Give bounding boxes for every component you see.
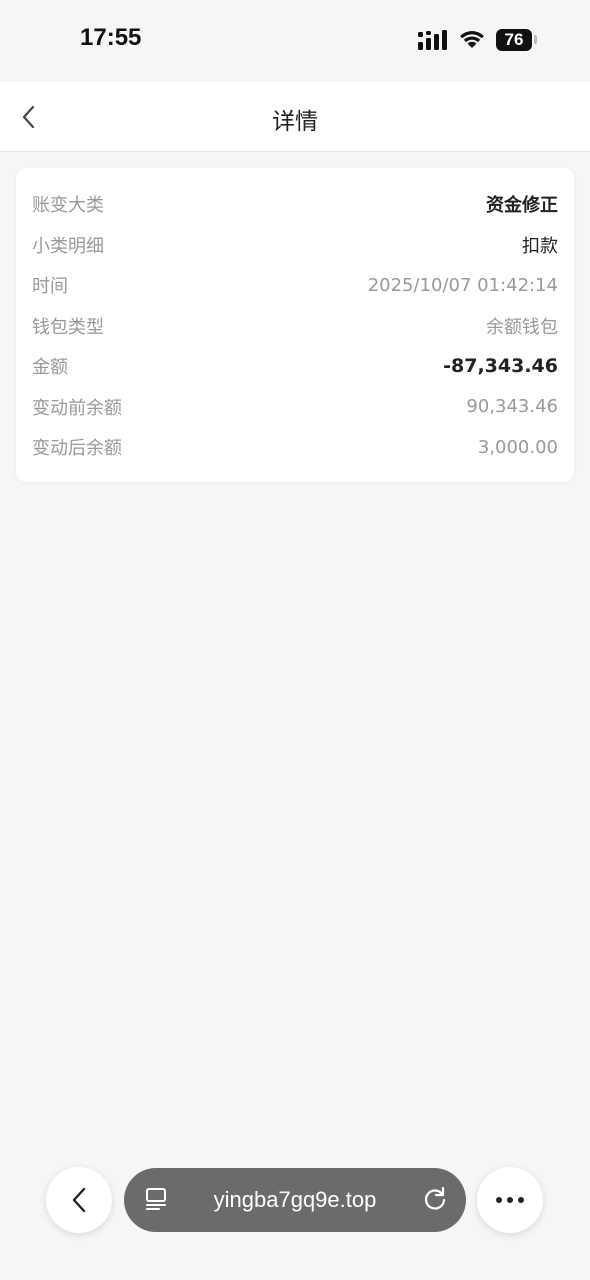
detail-label: 变动前余额 xyxy=(32,397,122,419)
battery-indicator: 76 xyxy=(496,29,532,51)
detail-label: 小类明细 xyxy=(32,235,104,257)
page-title: 详情 xyxy=(272,109,318,135)
battery-tip xyxy=(534,35,537,44)
detail-card: 账变大类 资金修正 小类明细 扣款 时间 2025/10/07 01:42:14… xyxy=(16,168,574,482)
chevron-left-icon xyxy=(72,1187,86,1213)
more-options-button[interactable] xyxy=(477,1167,543,1233)
detail-label: 账变大类 xyxy=(32,195,104,217)
status-bar: 17:55 76 xyxy=(0,0,590,82)
detail-row-subcategory: 小类明细 扣款 xyxy=(16,225,574,266)
signal-icon xyxy=(418,30,447,50)
detail-value: 90,343.46 xyxy=(466,396,558,418)
detail-label: 时间 xyxy=(32,276,68,298)
detail-value: 余额钱包 xyxy=(486,316,558,338)
detail-row-amount: 金额 -87,343.46 xyxy=(16,346,574,387)
reload-icon[interactable] xyxy=(422,1185,448,1213)
detail-row-balance-after: 变动后余额 3,000.00 xyxy=(16,427,574,468)
detail-value: -87,343.46 xyxy=(443,355,558,378)
detail-row-category: 账变大类 资金修正 xyxy=(16,184,574,225)
detail-value: 3,000.00 xyxy=(477,436,558,458)
detail-value: 扣款 xyxy=(522,235,558,257)
detail-row-time: 时间 2025/10/07 01:42:14 xyxy=(16,265,574,306)
navigation-bar: 详情 xyxy=(0,82,590,152)
url-text[interactable]: yingba7gq9e.top xyxy=(124,1187,466,1213)
wifi-icon xyxy=(460,31,484,48)
detail-label: 钱包类型 xyxy=(32,316,104,338)
detail-row-wallet-type: 钱包类型 余额钱包 xyxy=(16,306,574,347)
browser-toolbar: yingba7gq9e.top xyxy=(0,1160,590,1240)
more-dots-icon xyxy=(496,1197,524,1203)
detail-value: 2025/10/07 01:42:14 xyxy=(367,274,558,296)
detail-label: 变动后余额 xyxy=(32,438,122,460)
detail-label: 金额 xyxy=(32,357,68,379)
status-time: 17:55 xyxy=(80,24,142,51)
address-bar[interactable]: yingba7gq9e.top xyxy=(124,1168,466,1232)
detail-value: 资金修正 xyxy=(486,195,558,217)
browser-back-button[interactable] xyxy=(46,1167,112,1233)
detail-row-balance-before: 变动前余额 90,343.46 xyxy=(16,387,574,428)
